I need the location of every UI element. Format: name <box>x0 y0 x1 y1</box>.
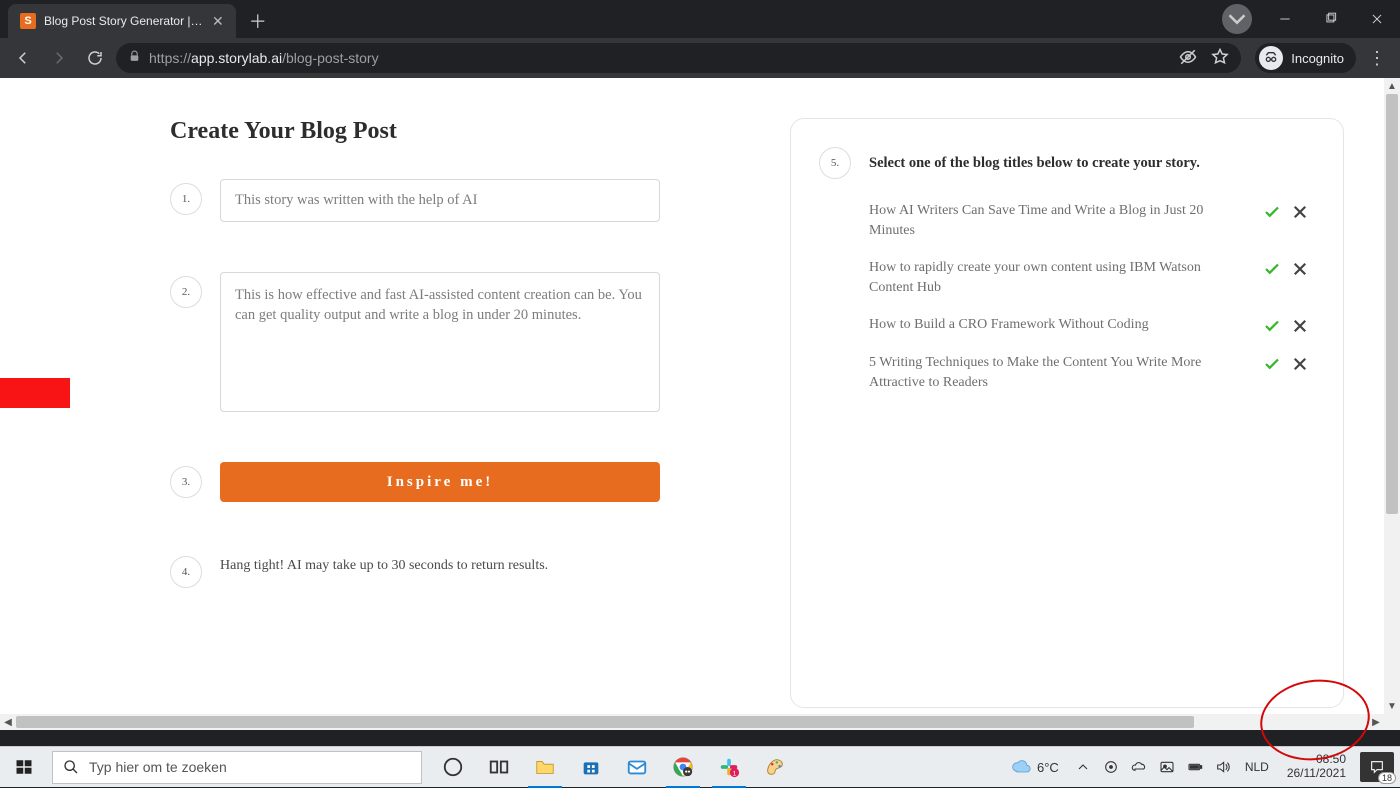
tray-time: 08:50 <box>1287 753 1346 767</box>
story-subject-input[interactable] <box>220 179 660 222</box>
window-close-button[interactable] <box>1354 4 1400 34</box>
system-tray: 6°C NLD 08:50 26/11/2021 18 <box>1011 747 1400 788</box>
page-scroll-area: Create Your Blog Post 1. 2. 3. Inspire m… <box>0 78 1384 714</box>
tray-clock[interactable]: 08:50 26/11/2021 <box>1281 753 1352 781</box>
suggested-title-text[interactable]: How AI Writers Can Save Time and Write a… <box>869 201 1253 240</box>
story-description-textarea[interactable] <box>220 272 660 412</box>
scroll-corner <box>1384 714 1400 730</box>
scroll-down-icon[interactable]: ▼ <box>1384 698 1400 714</box>
slack-icon[interactable]: 1 <box>706 747 752 788</box>
browser-viewport: Create Your Blog Post 1. 2. 3. Inspire m… <box>0 78 1400 730</box>
tracking-off-icon[interactable] <box>1179 48 1197 69</box>
weather-temp: 6°C <box>1037 760 1059 775</box>
step-3-number: 3. <box>170 466 202 498</box>
page-content: Create Your Blog Post 1. 2. 3. Inspire m… <box>70 78 1384 714</box>
page-title: Create Your Blog Post <box>170 118 730 145</box>
tray-location-icon[interactable] <box>1101 757 1121 777</box>
start-button[interactable] <box>0 747 48 788</box>
accept-title-icon[interactable] <box>1263 203 1281 221</box>
incognito-icon <box>1259 46 1283 70</box>
url-text: https://app.storylab.ai/blog-post-story <box>149 50 379 66</box>
nav-reload-button[interactable] <box>80 43 110 73</box>
window-minimize-button[interactable] <box>1262 4 1308 34</box>
chrome-icon[interactable] <box>660 747 706 788</box>
lock-icon <box>128 50 141 66</box>
tab-title: Blog Post Story Generator | Story <box>44 14 204 28</box>
microsoft-store-icon[interactable] <box>568 747 614 788</box>
search-icon <box>63 759 79 775</box>
mail-icon[interactable] <box>614 747 660 788</box>
nav-forward-button[interactable] <box>44 43 74 73</box>
action-center-badge: 18 <box>1378 772 1396 784</box>
tray-language-indicator[interactable]: NLD <box>1241 760 1273 774</box>
scroll-left-icon[interactable]: ◀ <box>0 714 16 730</box>
tray-onedrive-icon[interactable] <box>1129 757 1149 777</box>
accept-title-icon[interactable] <box>1263 260 1281 278</box>
reject-title-icon[interactable] <box>1291 355 1309 373</box>
browser-toolbar: https://app.storylab.ai/blog-post-story … <box>0 38 1400 78</box>
create-form: Create Your Blog Post 1. 2. 3. Inspire m… <box>170 118 730 708</box>
file-explorer-icon[interactable] <box>522 747 568 788</box>
incognito-chip[interactable]: Incognito <box>1255 43 1356 73</box>
address-bar[interactable]: https://app.storylab.ai/blog-post-story <box>116 43 1241 73</box>
reject-title-icon[interactable] <box>1291 203 1309 221</box>
taskbar-search-input[interactable]: Typ hier om te zoeken <box>52 751 422 784</box>
paint-icon[interactable] <box>752 747 798 788</box>
tray-volume-icon[interactable] <box>1213 757 1233 777</box>
new-tab-button[interactable]: ＋ <box>244 7 272 35</box>
tray-date: 26/11/2021 <box>1287 767 1346 781</box>
suggested-title-text[interactable]: How to rapidly create your own content u… <box>869 258 1253 297</box>
bookmark-star-icon[interactable] <box>1211 48 1229 69</box>
step-1-number: 1. <box>170 183 202 215</box>
suggested-title-row: How to rapidly create your own content u… <box>869 258 1309 297</box>
tab-search-icon[interactable] <box>1222 4 1252 34</box>
scroll-up-icon[interactable]: ▲ <box>1384 78 1400 94</box>
suggested-title-text[interactable]: How to Build a CRO Framework Without Cod… <box>869 315 1253 335</box>
accept-title-icon[interactable] <box>1263 355 1281 373</box>
scroll-right-icon[interactable]: ▶ <box>1368 714 1384 730</box>
taskbar-search-placeholder: Typ hier om te zoeken <box>89 759 227 775</box>
tray-photos-icon[interactable] <box>1157 757 1177 777</box>
action-center-icon[interactable]: 18 <box>1360 752 1394 782</box>
tray-battery-icon[interactable] <box>1185 757 1205 777</box>
inspire-me-button[interactable]: Inspire me! <box>220 462 660 502</box>
window-titlebar: S Blog Post Story Generator | Story ✕ ＋ <box>0 0 1400 38</box>
step-5-number: 5. <box>819 147 851 179</box>
step-2-number: 2. <box>170 276 202 308</box>
windows-taskbar: Typ hier om te zoeken 1 6°C NLD 08:50 26… <box>0 746 1400 787</box>
suggested-title-row: 5 Writing Techniques to Make the Content… <box>869 353 1309 392</box>
vertical-scroll-thumb[interactable] <box>1386 94 1398 514</box>
tab-close-icon[interactable]: ✕ <box>212 13 224 30</box>
wait-message: Hang tight! AI may take up to 30 seconds… <box>220 552 548 574</box>
results-heading: Select one of the blog titles below to c… <box>869 155 1200 172</box>
horizontal-scrollbar[interactable]: ◀ ▶ <box>0 714 1384 730</box>
weather-widget[interactable]: 6°C <box>1011 757 1059 777</box>
tab-favicon: S <box>20 13 36 29</box>
svg-text:1: 1 <box>733 770 737 777</box>
accept-title-icon[interactable] <box>1263 317 1281 335</box>
horizontal-scroll-thumb[interactable] <box>16 716 1194 728</box>
nav-back-button[interactable] <box>8 43 38 73</box>
reject-title-icon[interactable] <box>1291 317 1309 335</box>
vertical-scrollbar[interactable]: ▲ ▼ <box>1384 78 1400 714</box>
task-view-icon[interactable] <box>476 747 522 788</box>
results-panel: 5. Select one of the blog titles below t… <box>790 118 1344 708</box>
step-4-number: 4. <box>170 556 202 588</box>
browser-tab[interactable]: S Blog Post Story Generator | Story ✕ <box>8 4 236 38</box>
browser-menu-button[interactable]: ⋮ <box>1362 43 1392 73</box>
sidebar-red-tab[interactable] <box>0 378 70 408</box>
tray-chevron-icon[interactable] <box>1073 757 1093 777</box>
reject-title-icon[interactable] <box>1291 260 1309 278</box>
suggested-title-row: How AI Writers Can Save Time and Write a… <box>869 201 1309 240</box>
suggested-title-text[interactable]: 5 Writing Techniques to Make the Content… <box>869 353 1253 392</box>
suggested-title-row: How to Build a CRO Framework Without Cod… <box>869 315 1309 335</box>
cortana-icon[interactable] <box>430 747 476 788</box>
incognito-label: Incognito <box>1291 51 1344 66</box>
window-maximize-button[interactable] <box>1308 4 1354 34</box>
